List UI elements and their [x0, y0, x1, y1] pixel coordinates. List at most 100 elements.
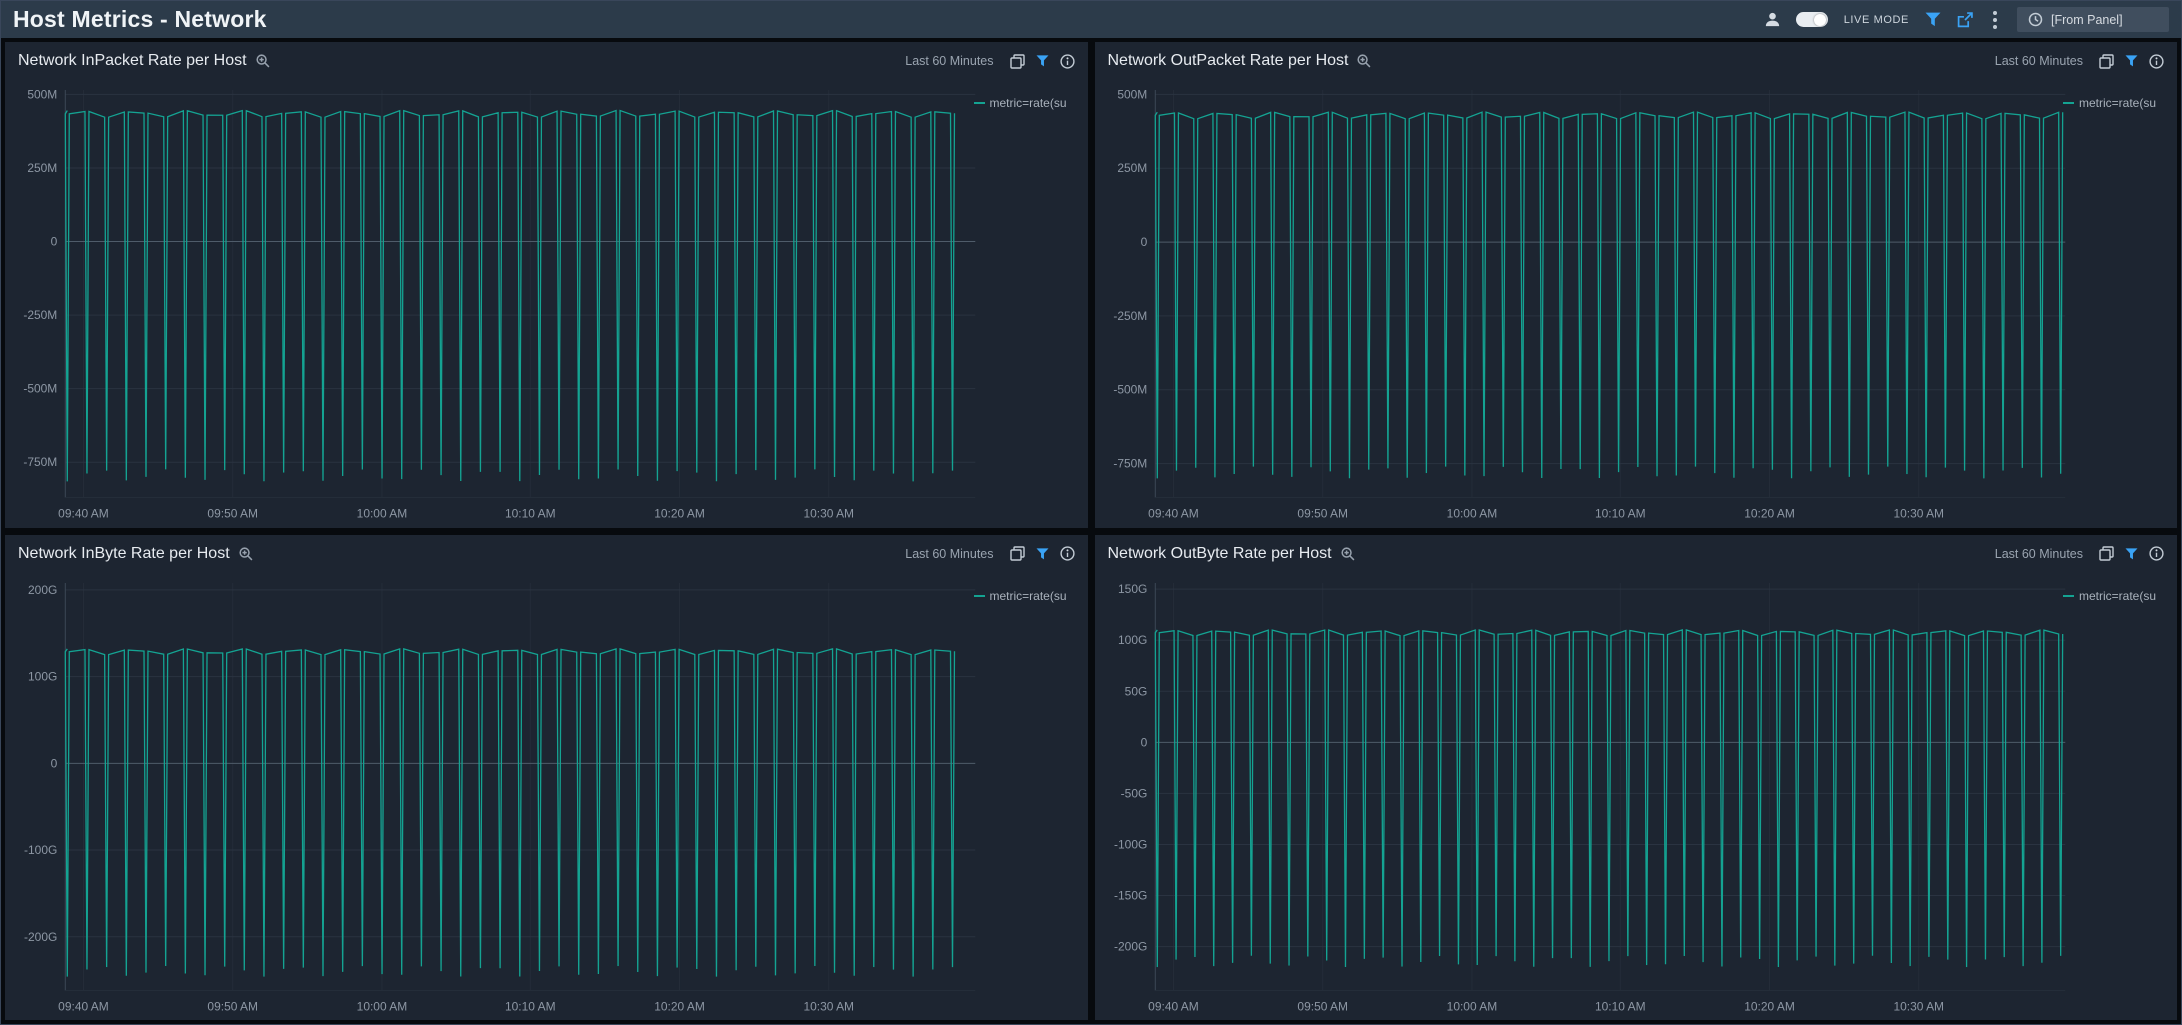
svg-text:-250M: -250M — [1113, 309, 1147, 323]
svg-text:10:00 AM: 10:00 AM — [1446, 507, 1497, 521]
svg-text:10:10 AM: 10:10 AM — [1594, 999, 1645, 1013]
panel-header: Network InPacket Rate per Host Last 60 M… — [5, 42, 1088, 80]
svg-text:0: 0 — [51, 756, 58, 770]
zoom-icon[interactable] — [239, 547, 253, 561]
legend-swatch — [974, 595, 985, 597]
chart-network-inpacket[interactable]: 09:40 AM09:50 AM10:00 AM10:10 AM10:20 AM… — [5, 80, 1088, 528]
legend-label: metric=rate(su — [2079, 589, 2156, 603]
svg-text:-500M: -500M — [23, 382, 57, 396]
filter-icon[interactable] — [1036, 55, 1049, 67]
more-options-icon[interactable] — [1989, 9, 2001, 31]
panel-actions: Last 60 Minutes — [905, 54, 1074, 69]
live-mode-label: LIVE MODE — [1844, 14, 1909, 26]
panel-actions: Last 60 Minutes — [905, 546, 1074, 561]
copy-panel-icon[interactable] — [1010, 546, 1025, 561]
svg-text:10:30 AM: 10:30 AM — [803, 999, 854, 1013]
info-icon[interactable] — [2149, 54, 2164, 69]
chart-network-inbyte[interactable]: 09:40 AM09:50 AM10:00 AM10:10 AM10:20 AM… — [5, 573, 1088, 1021]
svg-text:-750M: -750M — [23, 455, 57, 469]
clock-icon — [2028, 12, 2043, 27]
panel-actions: Last 60 Minutes — [1995, 54, 2164, 69]
svg-text:-250M: -250M — [23, 308, 57, 322]
zoom-icon[interactable] — [1341, 547, 1355, 561]
filter-icon[interactable] — [2125, 548, 2138, 560]
chart-area: 09:40 AM09:50 AM10:00 AM10:10 AM10:20 AM… — [5, 573, 1088, 1021]
panel-title: Network OutByte Rate per Host — [1108, 545, 1332, 563]
time-range-input[interactable]: [From Panel] — [2017, 7, 2169, 32]
chart-area: 09:40 AM09:50 AM10:00 AM10:10 AM10:20 AM… — [1095, 573, 2178, 1021]
user-icon[interactable] — [1765, 12, 1780, 27]
legend-swatch — [974, 102, 985, 104]
panel-title: Network OutPacket Rate per Host — [1108, 52, 1349, 70]
svg-text:150G: 150G — [1118, 582, 1147, 596]
panel-time-range-label: Last 60 Minutes — [1995, 54, 2083, 68]
svg-text:10:30 AM: 10:30 AM — [1893, 507, 1944, 521]
svg-text:500M: 500M — [27, 87, 57, 101]
chart-network-outbyte[interactable]: 09:40 AM09:50 AM10:00 AM10:10 AM10:20 AM… — [1095, 573, 2178, 1021]
svg-text:-150G: -150G — [1114, 888, 1147, 902]
copy-panel-icon[interactable] — [1010, 54, 1025, 69]
svg-text:09:40 AM: 09:40 AM — [58, 999, 109, 1013]
svg-text:09:50 AM: 09:50 AM — [207, 999, 258, 1013]
svg-text:500M: 500M — [1117, 87, 1147, 101]
chart-legend: metric=rate(su — [2063, 96, 2175, 110]
time-range-value: [From Panel] — [2051, 13, 2123, 27]
panel-title: Network InByte Rate per Host — [18, 545, 230, 563]
panel-network-inpacket: Network InPacket Rate per Host Last 60 M… — [5, 42, 1088, 528]
header-actions: LIVE MODE [From Panel] — [1765, 7, 2169, 32]
live-mode-toggle[interactable] — [1796, 12, 1828, 27]
svg-text:10:20 AM: 10:20 AM — [654, 507, 705, 521]
svg-text:-200G: -200G — [24, 929, 57, 943]
svg-text:10:10 AM: 10:10 AM — [1594, 507, 1645, 521]
copy-panel-icon[interactable] — [2099, 54, 2114, 69]
svg-text:200G: 200G — [28, 582, 57, 596]
panel-actions: Last 60 Minutes — [1995, 546, 2164, 561]
svg-text:100G: 100G — [28, 669, 57, 683]
filter-icon[interactable] — [2125, 55, 2138, 67]
svg-text:250M: 250M — [1117, 161, 1147, 175]
zoom-icon[interactable] — [256, 54, 270, 68]
panel-time-range-label: Last 60 Minutes — [905, 54, 993, 68]
svg-text:09:40 AM: 09:40 AM — [1148, 507, 1199, 521]
copy-panel-icon[interactable] — [2099, 546, 2114, 561]
svg-text:09:50 AM: 09:50 AM — [1297, 999, 1348, 1013]
svg-text:-500M: -500M — [1113, 383, 1147, 397]
toggle-knob — [1814, 14, 1826, 26]
svg-text:09:50 AM: 09:50 AM — [1297, 507, 1348, 521]
svg-text:-750M: -750M — [1113, 457, 1147, 471]
chart-area: 09:40 AM 09:50 AM 10:00 AM 10:10 AM 10:20 AM… — [1095, 80, 2178, 528]
svg-text:0: 0 — [51, 235, 58, 249]
svg-text:100G: 100G — [1118, 633, 1147, 647]
panel-time-range-label: Last 60 Minutes — [905, 547, 993, 561]
svg-text:-100G: -100G — [24, 843, 57, 857]
info-icon[interactable] — [1060, 54, 1075, 69]
svg-text:10:30 AM: 10:30 AM — [803, 507, 854, 521]
legend-label: metric=rate(su — [990, 589, 1067, 603]
filter-icon[interactable] — [1036, 548, 1049, 560]
panel-network-outbyte: Network OutByte Rate per Host Last 60 Mi… — [1095, 535, 2178, 1021]
svg-text:10:00 AM: 10:00 AM — [357, 507, 408, 521]
zoom-icon[interactable] — [1357, 54, 1371, 68]
panel-time-range-label: Last 60 Minutes — [1995, 547, 2083, 561]
page-title: Host Metrics - Network — [13, 6, 267, 33]
filter-icon[interactable] — [1925, 12, 1941, 27]
svg-text:-200G: -200G — [1114, 939, 1147, 953]
info-icon[interactable] — [1060, 546, 1075, 561]
svg-text:0: 0 — [1140, 235, 1147, 249]
legend-label: metric=rate(su — [990, 96, 1067, 110]
svg-text:10:20 AM: 10:20 AM — [1744, 507, 1795, 521]
info-icon[interactable] — [2149, 546, 2164, 561]
chart-network-outpacket[interactable]: 09:40 AM 09:50 AM 10:00 AM 10:10 AM 10:20 AM… — [1095, 80, 2178, 528]
svg-text:-100G: -100G — [1114, 837, 1147, 851]
chart-legend: metric=rate(su — [974, 96, 1086, 110]
chart-legend: metric=rate(su — [974, 589, 1086, 603]
svg-text:10:10 AM: 10:10 AM — [505, 507, 556, 521]
panel-network-outpacket: Network OutPacket Rate per Host Last 60 … — [1095, 42, 2178, 528]
svg-text:10:20 AM: 10:20 AM — [1744, 999, 1795, 1013]
svg-text:-50G: -50G — [1120, 786, 1147, 800]
panel-title: Network InPacket Rate per Host — [18, 52, 247, 70]
legend-swatch — [2063, 595, 2074, 597]
share-icon[interactable] — [1957, 12, 1973, 28]
panel-header: Network InByte Rate per Host Last 60 Min… — [5, 535, 1088, 573]
svg-text:09:40 AM: 09:40 AM — [1148, 999, 1199, 1013]
